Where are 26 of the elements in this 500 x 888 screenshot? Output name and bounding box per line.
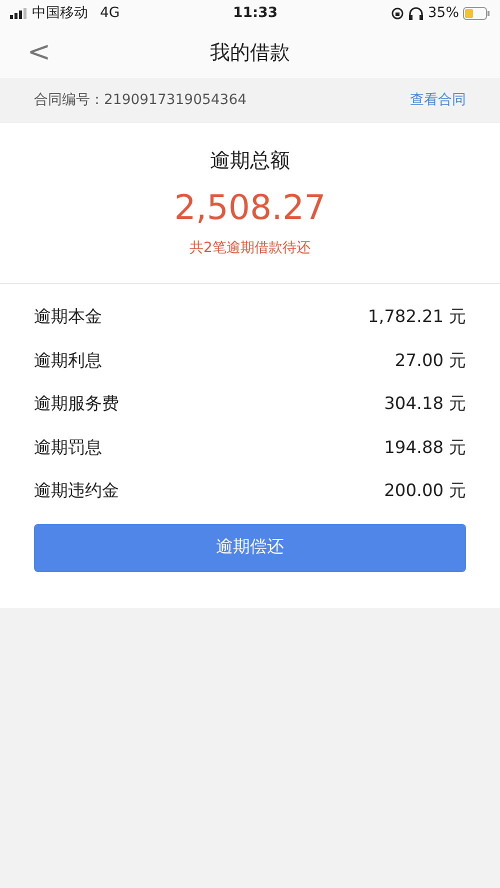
- overdue-amount: 2,508.27: [173, 187, 327, 230]
- headphones-icon: [408, 6, 424, 20]
- item-value: 194.88 元: [384, 436, 466, 460]
- network-type: 4G: [100, 4, 120, 22]
- item-label: 逾期罚息: [34, 436, 102, 460]
- item-label: 逾期本金: [34, 306, 102, 329]
- clock-time: 11:33: [233, 4, 278, 22]
- carrier-name: 中国移动: [32, 4, 88, 22]
- contract-number: 合同编号：2190917319054364: [34, 91, 247, 110]
- back-button[interactable]: <: [24, 38, 54, 66]
- rotation-lock-icon: [390, 6, 404, 20]
- signal-icon: [10, 8, 28, 18]
- item-value: 304.18 元: [384, 393, 466, 416]
- item-value: 27.00 元: [394, 350, 466, 372]
- summary-title: 逾期总额: [209, 147, 291, 174]
- view-contract-link[interactable]: 查看合同: [410, 90, 466, 111]
- battery-icon: [463, 6, 490, 20]
- item-label: 逾期利息: [34, 350, 102, 372]
- battery-percent: 35%: [428, 4, 459, 22]
- overdue-note: 共2笔逾期借款待还: [188, 239, 312, 258]
- item-label: 逾期服务费: [34, 393, 119, 416]
- item-value: 200.00 元: [384, 480, 466, 503]
- repay-button[interactable]: 逾期偿还: [34, 524, 466, 572]
- item-value: 1,782.21 元: [368, 306, 466, 329]
- item-label: 逾期违约金: [34, 480, 119, 503]
- page-title: 我的借款: [210, 39, 290, 66]
